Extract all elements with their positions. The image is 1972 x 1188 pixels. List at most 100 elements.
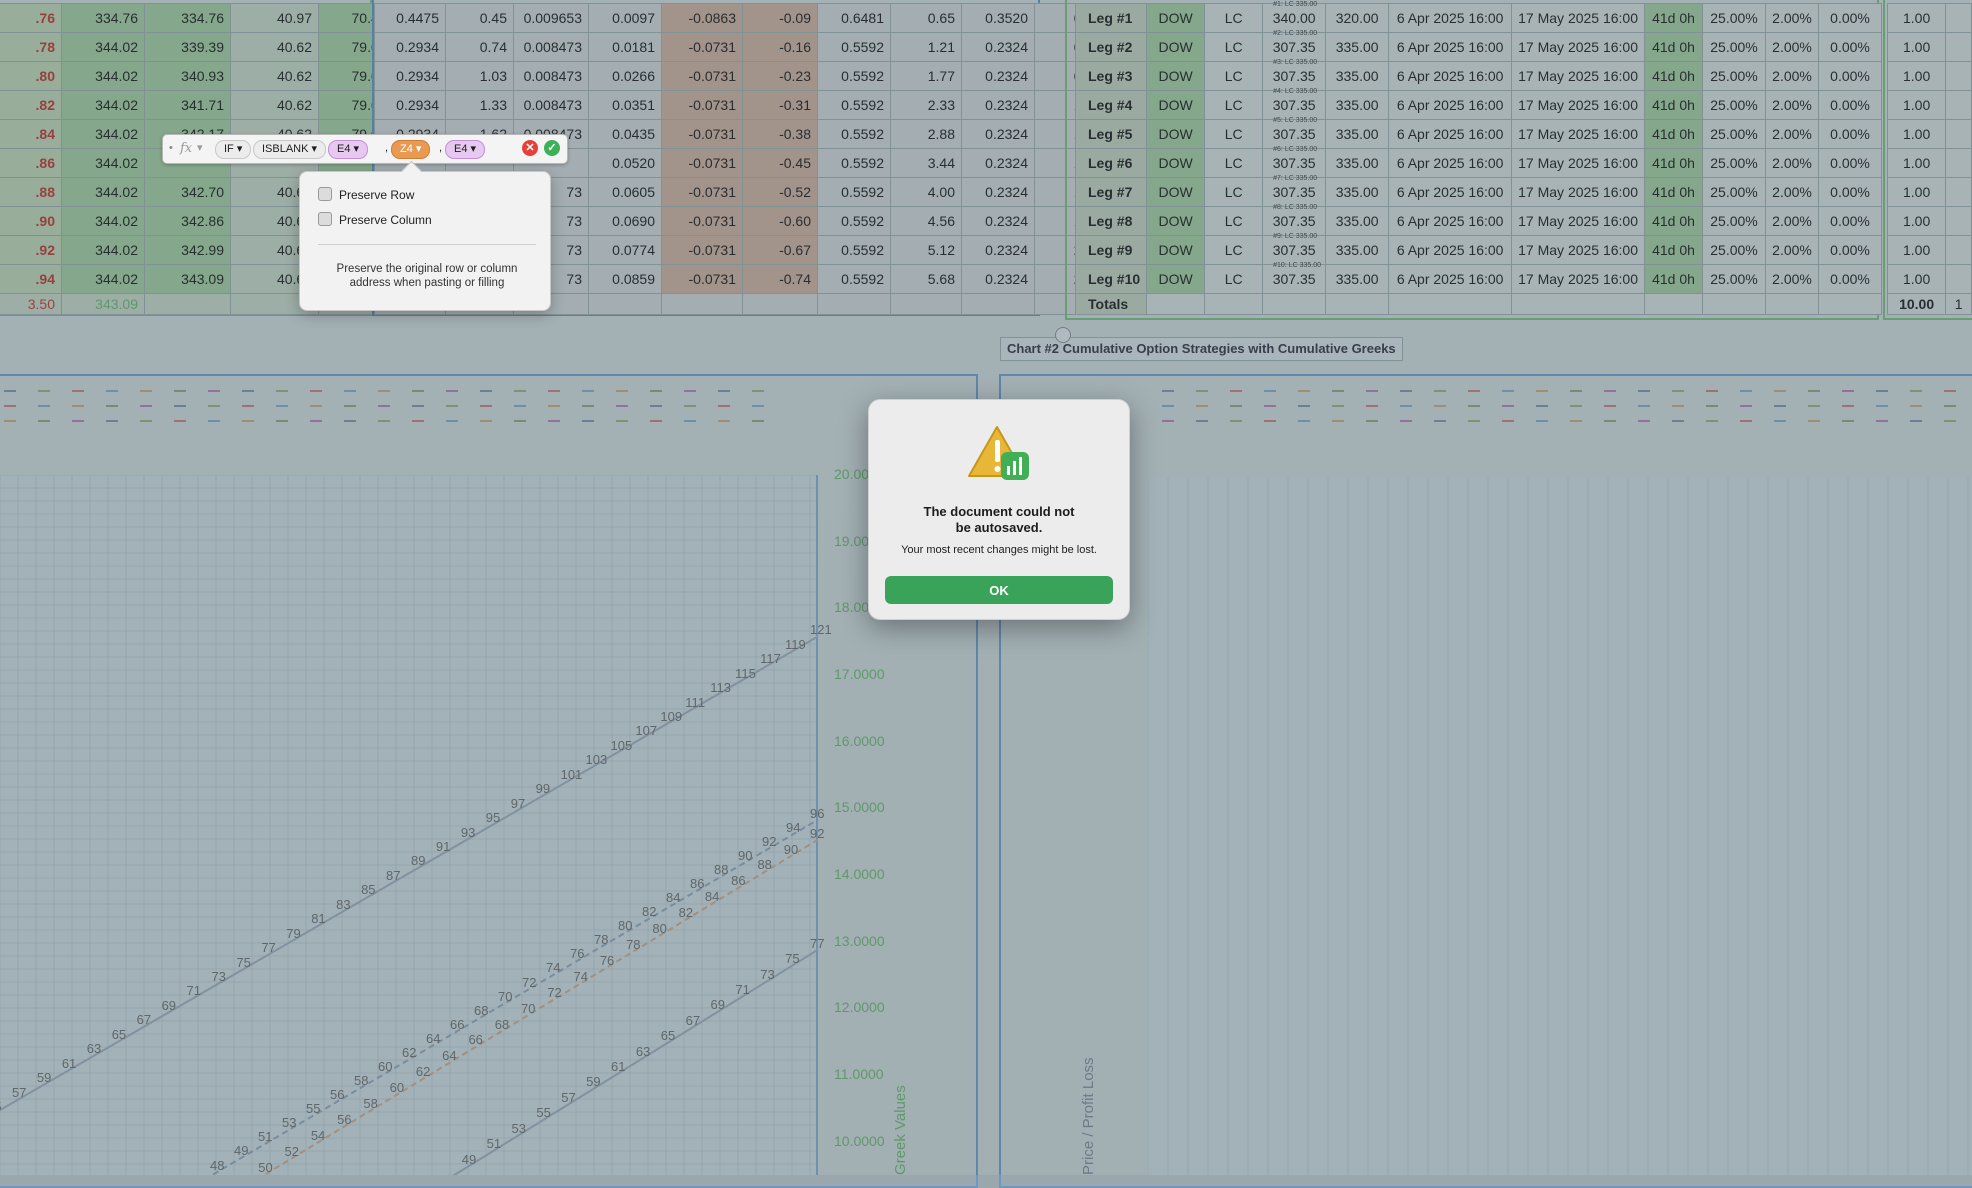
point-label: 58 — [354, 1073, 369, 1089]
point-label: 59 — [36, 1070, 52, 1086]
point-label: 70 — [521, 1000, 536, 1016]
chevron-down-icon: ▾ — [415, 143, 422, 155]
point-label: 91 — [435, 839, 451, 854]
point-label: 68 — [474, 1002, 489, 1018]
point-label: 73 — [760, 966, 775, 982]
point-label: 57 — [561, 1089, 576, 1105]
point-label: 82 — [642, 904, 657, 920]
point-label: 90 — [738, 847, 753, 863]
cell-ref-token-z4[interactable]: Z4 ▾ — [391, 140, 431, 159]
point-label: 79 — [286, 925, 301, 941]
point-label: 67 — [685, 1012, 701, 1028]
point-label: 84 — [666, 890, 681, 906]
chevron-down-icon: ▾ — [470, 143, 477, 155]
y-tick-label: 15.0000 — [834, 799, 885, 816]
point-label: 61 — [611, 1059, 626, 1074]
function-token-if[interactable]: IF ▾ — [215, 140, 252, 159]
point-label: 56 — [330, 1087, 345, 1103]
point-label: 97 — [510, 795, 526, 811]
chevron-down-icon: ▾ — [236, 143, 243, 155]
point-label: 72 — [547, 984, 562, 1000]
divider — [318, 244, 536, 245]
point-label: 64 — [442, 1048, 457, 1064]
point-label: 71 — [186, 983, 201, 999]
accept-formula-icon[interactable]: ✓ — [544, 140, 560, 156]
alert-title: The document could not be autosaved. — [923, 504, 1075, 535]
point-label: 96 — [810, 805, 825, 821]
point-label: 52 — [284, 1143, 299, 1159]
preserve-column-checkbox[interactable]: Preserve Column — [318, 212, 432, 227]
popover-description: Preserve the original row or column addr… — [336, 263, 518, 289]
point-label: 51 — [486, 1136, 502, 1152]
point-label: 58 — [363, 1096, 378, 1112]
formula-editor[interactable]: • fx ▾ IF ▾ ISBLANK ▾ E4 ▾ , Z4 ▾ , E4 ▾… — [162, 134, 568, 164]
point-label: 55 — [0, 1099, 1, 1114]
point-label: 62 — [415, 1064, 431, 1080]
point-label: 56 — [337, 1112, 352, 1128]
point-label: 74 — [546, 960, 561, 976]
preserve-row-checkbox[interactable]: Preserve Row — [318, 187, 414, 202]
point-label: 105 — [610, 737, 633, 753]
alert-message: Your most recent changes might be lost. — [901, 544, 1097, 556]
point-label: 75 — [236, 954, 251, 970]
point-label: 68 — [494, 1016, 510, 1032]
cancel-formula-icon[interactable]: ✕ — [522, 140, 538, 156]
chevron-down-icon: ▾ — [311, 143, 318, 155]
point-label: 90 — [783, 841, 799, 857]
cell-ref-token-e4[interactable]: E4 ▾ — [328, 140, 369, 159]
point-label: 89 — [410, 853, 426, 869]
point-label: 60 — [378, 1059, 393, 1074]
point-label: 81 — [311, 911, 326, 927]
ok-button[interactable]: OK — [885, 576, 1113, 604]
point-label: 64 — [426, 1030, 441, 1046]
y-tick-label: 11.0000 — [834, 1066, 884, 1082]
point-label: 83 — [336, 896, 351, 912]
separator: , — [439, 142, 443, 154]
autosave-alert-dialog: The document could not be autosaved. Your… — [868, 399, 1130, 620]
fx-menu-arrow-icon[interactable]: ▾ — [197, 140, 203, 157]
point-label: 88 — [714, 861, 729, 877]
separator: , — [385, 142, 389, 154]
point-label: 113 — [710, 680, 731, 696]
point-label: 99 — [535, 781, 551, 797]
point-label: 53 — [282, 1115, 297, 1131]
point-label: 76 — [570, 946, 585, 962]
point-label: 57 — [11, 1084, 27, 1100]
point-label: 63 — [86, 1041, 102, 1057]
checkbox-icon — [318, 212, 332, 226]
point-label: 54 — [310, 1127, 326, 1143]
point-label: 117 — [760, 651, 781, 667]
point-label: 49 — [234, 1143, 249, 1159]
point-label: 73 — [211, 969, 226, 984]
point-label: 67 — [136, 1012, 152, 1028]
point-label: 60 — [389, 1080, 405, 1096]
drag-handle-icon[interactable]: • — [169, 140, 173, 157]
point-label: 85 — [361, 882, 376, 898]
point-label: 48 — [210, 1157, 225, 1173]
point-label: 69 — [710, 997, 725, 1013]
point-label: 115 — [735, 665, 756, 681]
checkbox-icon — [318, 187, 332, 201]
point-label: 77 — [261, 940, 276, 956]
point-label: 109 — [660, 709, 683, 724]
point-label: 71 — [735, 981, 750, 997]
fx-icon[interactable]: fx — [180, 140, 192, 157]
warning-icon — [968, 426, 1029, 480]
point-label: 78 — [594, 932, 609, 948]
y-tick-label: 12.0000 — [834, 999, 885, 1016]
point-label: 121 — [810, 622, 832, 638]
point-label: 62 — [402, 1044, 417, 1060]
point-label: 65 — [111, 1026, 127, 1042]
function-token-isblank[interactable]: ISBLANK ▾ — [253, 140, 327, 159]
point-label: 49 — [461, 1151, 477, 1167]
cell-ref-token-e4-2[interactable]: E4 ▾ — [445, 140, 486, 159]
y-tick-label: 18.00 — [834, 599, 870, 616]
point-label: 55 — [536, 1105, 551, 1121]
point-label: 86 — [690, 876, 705, 892]
y-axis-title: Greek Values — [892, 1085, 909, 1175]
point-label: 76 — [599, 952, 615, 968]
point-label: 88 — [757, 857, 772, 873]
point-label: 80 — [652, 921, 667, 937]
y-tick-label: 16.0000 — [834, 732, 885, 749]
point-label: 75 — [785, 951, 800, 967]
